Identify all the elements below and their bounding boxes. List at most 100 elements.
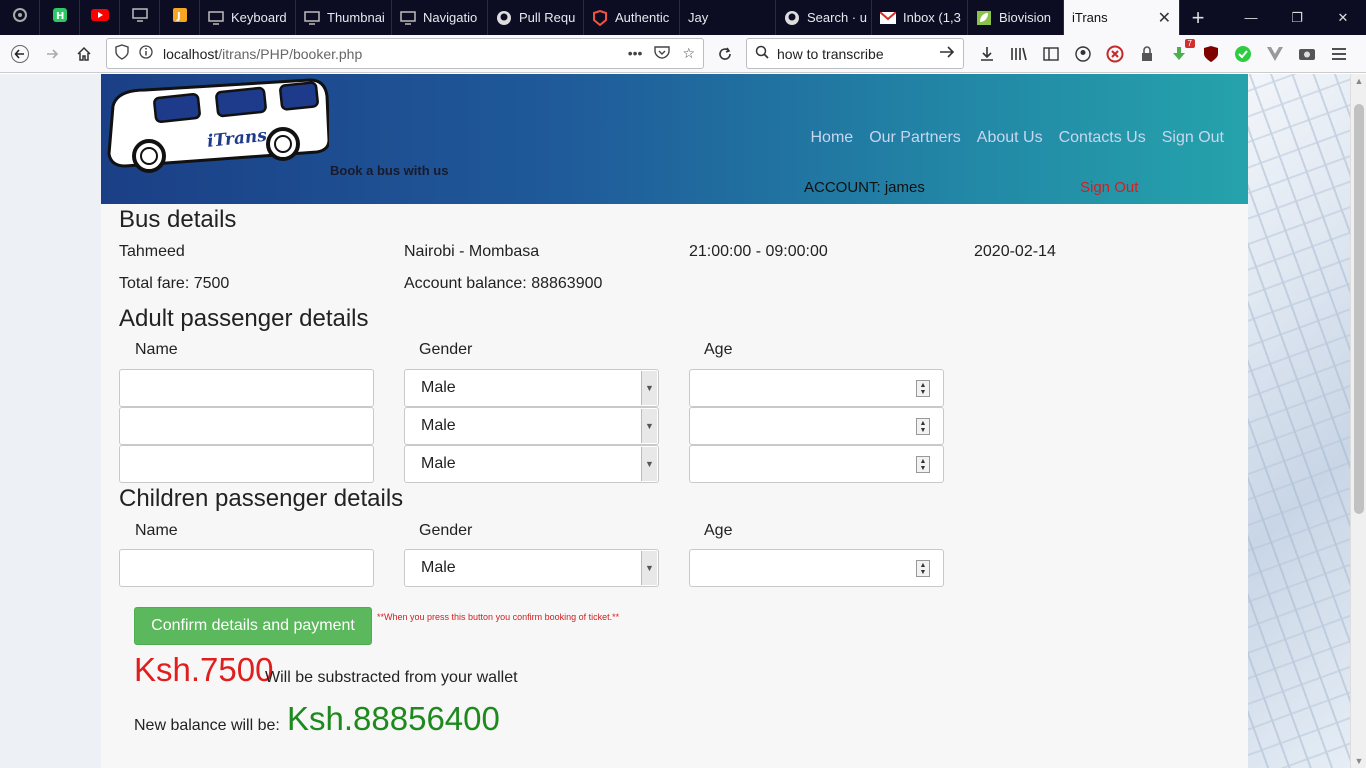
confirm-warning-text: **When you press this button you confirm… (377, 612, 620, 622)
confirm-payment-button[interactable]: Confirm details and payment (134, 607, 372, 645)
block-icon[interactable] (1104, 43, 1126, 65)
adult-name-input-2[interactable] (119, 407, 374, 445)
page-actions-icon[interactable]: ••• (628, 45, 643, 62)
bookmark-star-icon[interactable]: ☆ (682, 45, 695, 62)
adult-age-input-2[interactable]: ▲ ▼ (689, 407, 944, 445)
info-icon[interactable] (139, 45, 153, 62)
close-tab-icon[interactable]: ✕ (1158, 8, 1171, 28)
ublock-icon[interactable] (1200, 43, 1222, 65)
tab-navigation[interactable]: Navigatio (392, 0, 488, 35)
account-icon[interactable] (1072, 43, 1094, 65)
spinner-icon[interactable]: ▲ ▼ (916, 560, 930, 577)
bus-time: 21:00:00 - 09:00:00 (689, 243, 828, 260)
adult-gender-select-3[interactable]: Male ▼ (404, 445, 659, 483)
tab-label: Navigatio (423, 10, 478, 25)
gmail-icon (880, 10, 896, 26)
nav-about-us[interactable]: About Us (977, 129, 1043, 147)
adult-age-input-3[interactable]: ▲ ▼ (689, 445, 944, 483)
vue-icon[interactable] (1264, 43, 1286, 65)
tab-label: Search · u (807, 10, 867, 25)
nav-contacts-us[interactable]: Contacts Us (1059, 129, 1146, 147)
adult-name-input-3[interactable] (119, 445, 374, 483)
extension-badge-icon[interactable]: 7 (1168, 38, 1195, 65)
tab-itrans-active[interactable]: iTrans ✕ (1064, 0, 1180, 35)
restore-icon[interactable]: ❐ (1274, 0, 1320, 35)
nav-sign-out[interactable]: Sign Out (1162, 129, 1224, 147)
new-balance-label: New balance will be: (134, 717, 280, 734)
home-button[interactable] (68, 38, 100, 70)
check-extension-icon[interactable] (1232, 43, 1254, 65)
select-value: Male (421, 379, 456, 396)
spinner-icon[interactable]: ▲ ▼ (916, 456, 930, 473)
tab-thumbnail[interactable]: Thumbnai (296, 0, 392, 35)
tab-keyboard[interactable]: Keyboard (200, 0, 296, 35)
pinned-tab-4[interactable] (120, 0, 160, 35)
browser-tab-strip: H J Keyboard Thumbnai Navigatio Pull Req… (0, 0, 1366, 35)
pocket-icon[interactable] (654, 45, 671, 62)
library-icon[interactable] (1008, 43, 1030, 65)
forward-button[interactable] (36, 38, 68, 70)
minimize-icon[interactable]: — (1228, 0, 1274, 35)
tab-authentication[interactable]: Authentic (584, 0, 680, 35)
scroll-down-icon[interactable]: ▼ (1351, 756, 1366, 766)
deduct-amount: Ksh.7500 (134, 651, 274, 688)
child-name-input-1[interactable] (119, 549, 374, 587)
tab-biovision[interactable]: Biovision (968, 0, 1064, 35)
bus-route: Nairobi - Mombasa (404, 243, 540, 260)
pinned-tab-5[interactable]: J (160, 0, 200, 35)
search-bar[interactable]: how to transcribe (746, 38, 964, 69)
menu-icon[interactable] (1328, 43, 1350, 65)
bus-logo[interactable]: iTrans (105, 78, 331, 174)
tab-jay[interactable]: Jay (680, 0, 776, 35)
adult-gender-select-1[interactable]: Male ▼ (404, 369, 659, 407)
lock-extension-icon[interactable] (1136, 43, 1158, 65)
scroll-up-icon[interactable]: ▲ (1351, 76, 1366, 86)
url-path: /itrans/PHP/booker.php (218, 45, 363, 62)
forward-arrow-icon (47, 48, 59, 59)
chevron-down-icon: ▼ (641, 551, 657, 585)
adult-passenger-heading: Adult passenger details (119, 305, 369, 332)
tab-search[interactable]: Search · u (776, 0, 872, 35)
bus-details-heading: Bus details (119, 206, 237, 233)
bus-date: 2020-02-14 (974, 243, 1056, 260)
child-age-input-1[interactable]: ▲ ▼ (689, 549, 944, 587)
sidebar-icon[interactable] (1040, 43, 1062, 65)
camera-extension-icon[interactable] (1296, 43, 1318, 65)
badge-count: 7 (1184, 38, 1195, 48)
nav-home[interactable]: Home (811, 129, 854, 147)
adult-name-input-1[interactable] (119, 369, 374, 407)
account-label: ACCOUNT: james (804, 179, 925, 196)
chevron-down-icon: ▼ (641, 371, 657, 405)
sign-out-link[interactable]: Sign Out (1080, 179, 1138, 196)
tab-pull-requests[interactable]: Pull Requ (488, 0, 584, 35)
search-input-text: how to transcribe (777, 45, 884, 62)
close-window-icon[interactable]: ✕ (1320, 0, 1366, 35)
new-tab-button[interactable]: + (1180, 0, 1216, 35)
scrollbar-thumb[interactable] (1354, 104, 1364, 514)
new-balance-amount: Ksh.88856400 (287, 700, 500, 737)
adult-gender-select-2[interactable]: Male ▼ (404, 407, 659, 445)
tab-inbox[interactable]: Inbox (1,3 (872, 0, 968, 35)
tab-label: Thumbnai (327, 10, 385, 25)
reload-button[interactable] (709, 38, 741, 70)
deduct-description: Will be substracted from your wallet (265, 669, 518, 686)
nav-our-partners[interactable]: Our Partners (869, 129, 961, 147)
url-bar[interactable]: localhost/itrans/PHP/booker.php ••• ☆ (106, 38, 704, 69)
shield-icon[interactable] (115, 44, 129, 63)
child-gender-select-1[interactable]: Male ▼ (404, 549, 659, 587)
page-scrollbar[interactable]: ▲ ▼ (1350, 74, 1366, 768)
back-button[interactable] (4, 38, 36, 70)
toolbar-icons: 7 (976, 38, 1350, 69)
pinned-tab-1[interactable] (0, 0, 40, 35)
pinned-tab-3[interactable] (80, 0, 120, 35)
circle-icon (12, 7, 28, 28)
adult-age-input-1[interactable]: ▲ ▼ (689, 369, 944, 407)
spinner-icon[interactable]: ▲ ▼ (916, 418, 930, 435)
svg-text:H: H (56, 11, 64, 22)
page-background-left (0, 74, 101, 768)
child-name-label: Name (135, 522, 178, 539)
spinner-icon[interactable]: ▲ ▼ (916, 380, 930, 397)
search-go-arrow-icon[interactable] (939, 45, 955, 62)
pinned-tab-2[interactable]: H (40, 0, 80, 35)
download-icon[interactable] (976, 43, 998, 65)
